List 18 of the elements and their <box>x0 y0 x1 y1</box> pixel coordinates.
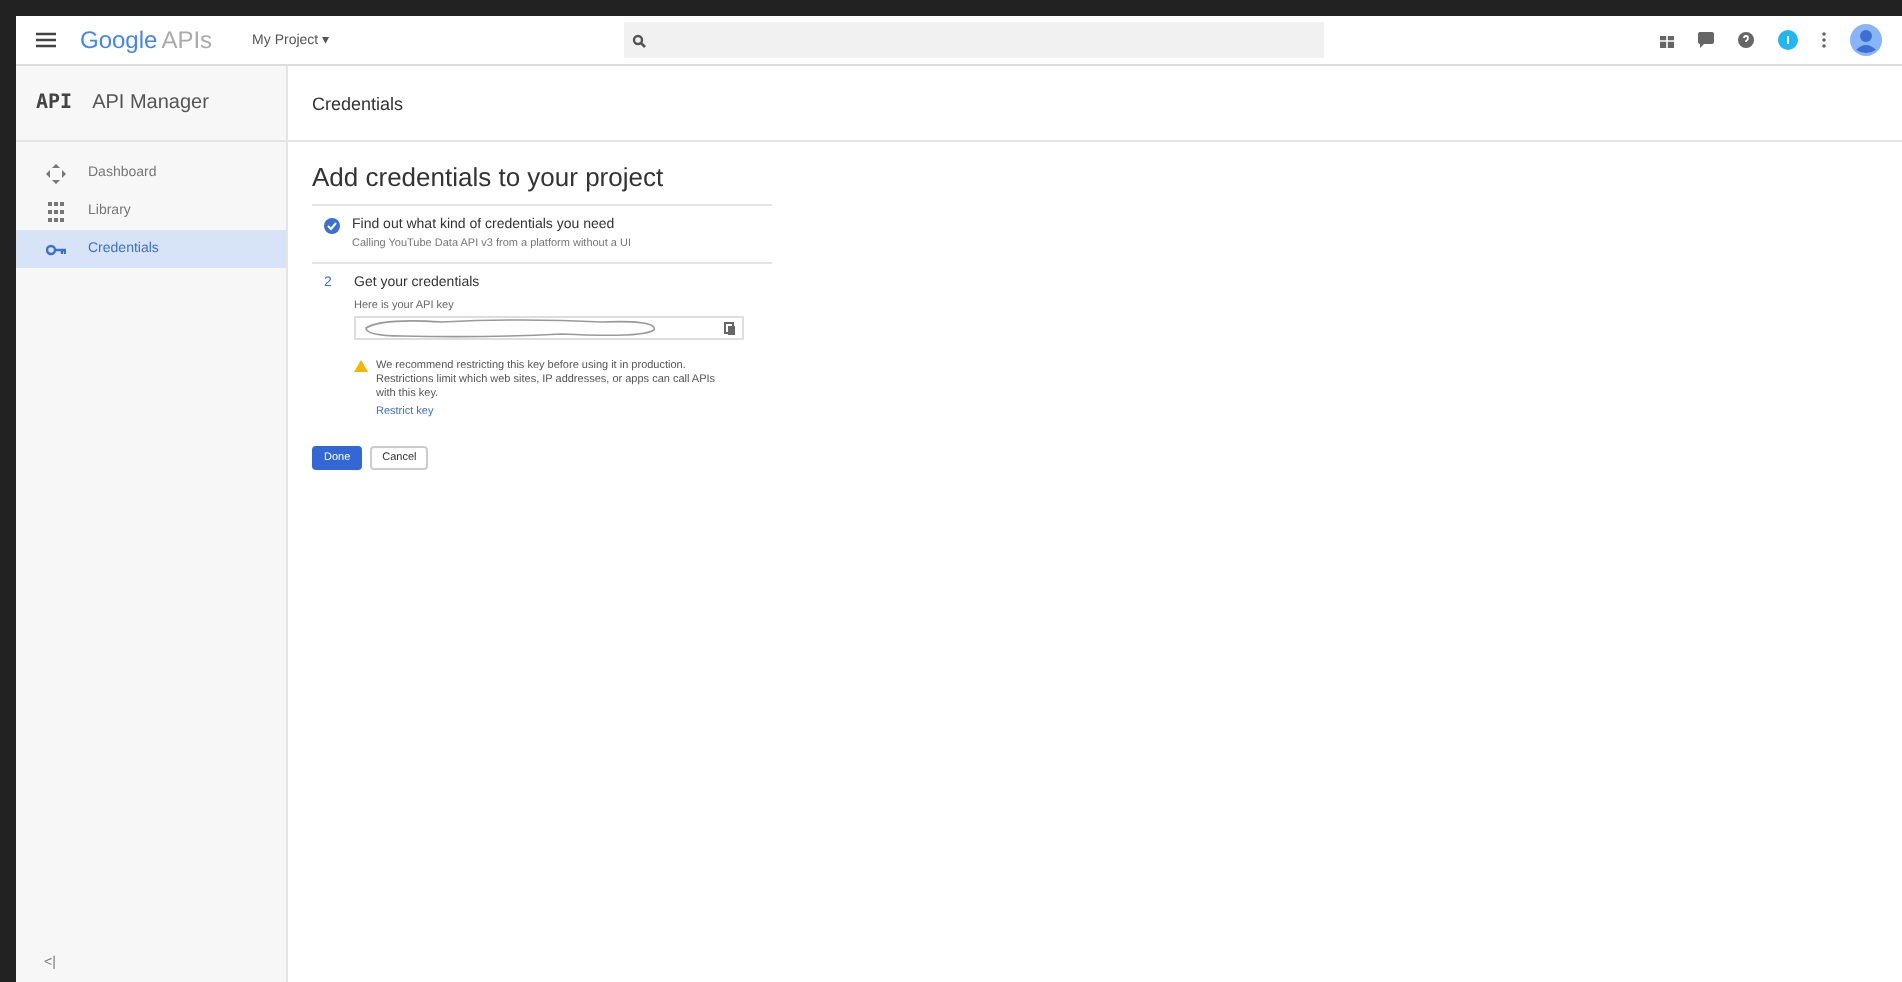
help-icon[interactable] <box>1738 32 1754 48</box>
search-icon <box>632 33 647 47</box>
sidebar-title: API Manager <box>92 92 209 114</box>
avatar-icon[interactable] <box>1850 24 1882 56</box>
check-icon <box>324 218 340 234</box>
dashboard-icon <box>46 163 66 183</box>
copy-icon[interactable] <box>724 321 736 335</box>
key-icon <box>46 243 66 255</box>
logo: Google APIs <box>80 26 213 54</box>
grid-icon <box>48 201 64 221</box>
warning-icon <box>354 360 368 372</box>
search-field[interactable] <box>624 22 1325 58</box>
api-logo: API <box>36 92 73 114</box>
heading: Add credentials to your project <box>312 162 666 192</box>
menu-icon[interactable] <box>36 32 56 48</box>
page-title: Credentials <box>312 93 404 113</box>
api-key-field[interactable] <box>354 316 744 340</box>
chat-icon[interactable] <box>1698 32 1714 48</box>
